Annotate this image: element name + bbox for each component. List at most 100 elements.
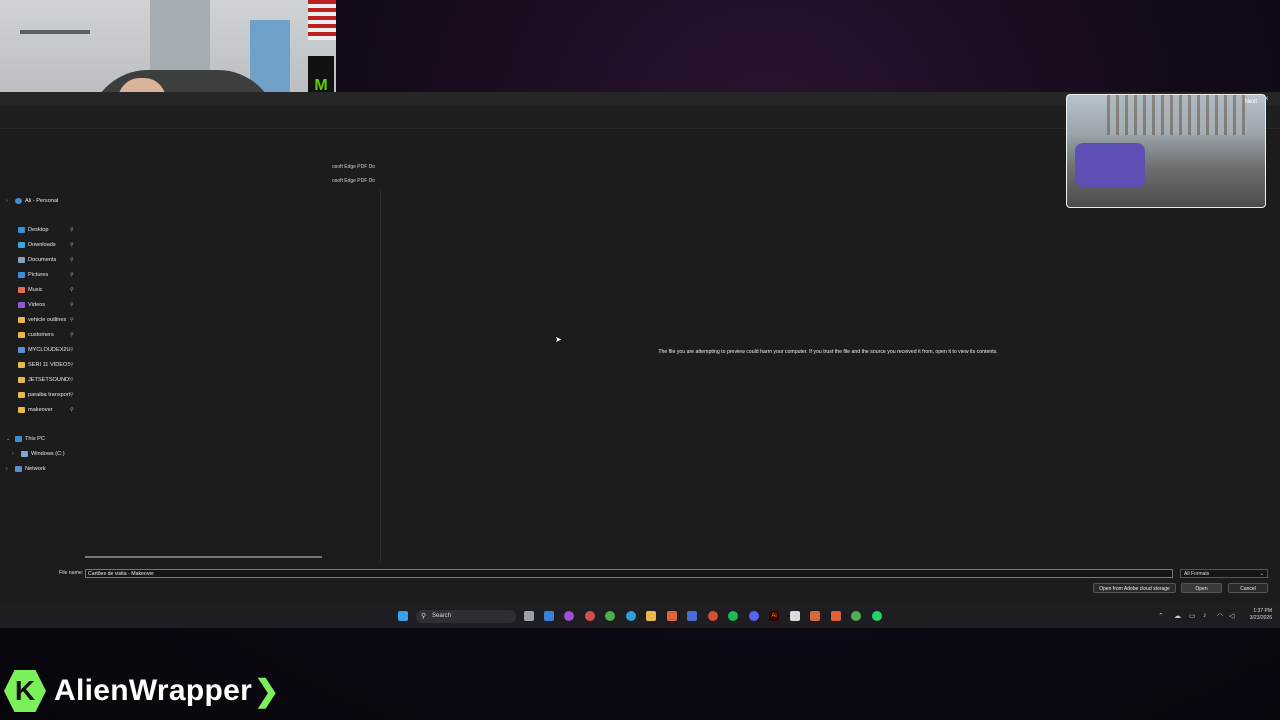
quick-access-item[interactable]: Music ⚲ [18, 283, 74, 297]
chevron-right-icon[interactable]: › [12, 451, 18, 457]
quick-access-item[interactable]: paraiba transport ⚲ [18, 388, 74, 402]
quick-access-label: Pictures [28, 272, 49, 278]
quick-access-item[interactable]: customers ⚲ [18, 328, 74, 342]
file-type-select[interactable]: All Formats ⌄ [1180, 569, 1268, 578]
app-icon[interactable] [585, 611, 595, 621]
pin-icon[interactable]: ⚲ [70, 392, 74, 398]
purple-truck [1075, 143, 1145, 187]
folder-icon [18, 362, 25, 368]
download-icon [18, 242, 25, 248]
pictures-icon [18, 272, 25, 278]
pin-icon[interactable]: ⚲ [70, 407, 74, 413]
microphone-icon[interactable]: ♪ [1203, 612, 1207, 619]
cancel-button[interactable]: Cancel [1228, 583, 1268, 593]
pin-icon[interactable]: ⚲ [70, 227, 74, 233]
pin-icon[interactable]: ⚲ [70, 302, 74, 308]
folder-icon [18, 317, 25, 323]
app-icon[interactable] [708, 611, 718, 621]
task-view-icon[interactable] [524, 611, 534, 621]
pin-icon[interactable]: ⚲ [70, 257, 74, 263]
chrome-icon[interactable] [605, 611, 615, 621]
pin-icon[interactable]: ⚲ [70, 242, 74, 248]
open-button[interactable]: Open [1181, 583, 1222, 593]
mail-icon[interactable] [544, 611, 554, 621]
quick-access-item[interactable]: makeover ⚲ [18, 403, 74, 417]
wifi-icon[interactable]: ◠ [1217, 612, 1223, 620]
nav-account[interactable]: › Ali - Personal [6, 194, 58, 208]
pip-label: Next [1244, 99, 1257, 105]
quick-access-item[interactable]: Desktop ⚲ [18, 223, 74, 237]
open-cloud-button[interactable]: Open from Adobe cloud storage [1093, 583, 1176, 593]
discord-icon[interactable] [749, 611, 759, 621]
quick-access-label: Downloads [28, 242, 56, 248]
video-icon [18, 302, 25, 308]
folder-icon [18, 332, 25, 338]
pin-icon[interactable]: ⚲ [70, 362, 74, 368]
pin-icon[interactable]: ⚲ [70, 347, 74, 353]
flag-icon [308, 0, 336, 40]
cloud-icon[interactable]: ☁ [1174, 612, 1181, 620]
app-icon[interactable] [831, 611, 841, 621]
windows-start-icon[interactable] [398, 611, 408, 621]
chevron-right-icon[interactable]: › [6, 466, 12, 472]
computer-icon [15, 436, 22, 442]
pin-icon[interactable]: ⚲ [70, 272, 74, 278]
file-item[interactable]: osoft Edge PDF Do [332, 174, 378, 186]
quick-access-item[interactable]: MYCLOUDEX2ULT⚲ [18, 343, 74, 357]
brave-icon[interactable] [667, 611, 677, 621]
whatsapp-icon[interactable] [872, 611, 882, 621]
preview-warning-text: The file you are attempting to preview c… [658, 349, 998, 355]
chevron-down-icon: ⌄ [1259, 571, 1264, 577]
quick-access-item[interactable]: JETSETSOUNDS ⚲ [18, 373, 74, 387]
quick-access-label: Music [28, 287, 43, 293]
nav-network[interactable]: › Network [6, 462, 46, 476]
chrome-icon[interactable] [851, 611, 861, 621]
search-icon: ⚲ [421, 613, 427, 620]
quick-access-label: Desktop [28, 227, 49, 233]
pin-icon[interactable]: ⚲ [70, 317, 74, 323]
nav-this-pc[interactable]: ⌄ This PC [6, 432, 45, 446]
desktop-icon [18, 227, 25, 233]
folder-icon [18, 407, 25, 413]
quick-access-item[interactable]: Pictures ⚲ [18, 268, 74, 282]
pin-icon[interactable]: ⚲ [70, 377, 74, 383]
brand-logo: K [4, 670, 46, 712]
chevron-right-icon[interactable]: › [6, 198, 12, 204]
app-icon[interactable] [790, 611, 800, 621]
quick-access-item[interactable]: Downloads ⚲ [18, 238, 74, 252]
network-icon [15, 466, 22, 472]
pip-video[interactable]: Next [1066, 94, 1266, 208]
quick-access-label: Documents [28, 257, 57, 263]
music-icon [18, 287, 25, 293]
pin-icon[interactable]: ⚲ [70, 287, 74, 293]
illustrator-icon[interactable]: Ai [769, 611, 779, 621]
quick-access-item[interactable]: Documents ⚲ [18, 253, 74, 267]
taskbar-clock[interactable]: 1:37 PM 3/23/2026 [1242, 608, 1272, 622]
quick-access-label: paraiba transport [28, 392, 70, 398]
file-name-label: File name: [59, 570, 84, 576]
quick-access-label: makeover [28, 407, 53, 413]
chevron-down-icon[interactable]: ⌄ [6, 436, 12, 442]
nav-windows-c[interactable]: › Windows (C:) [12, 447, 65, 461]
app-icon[interactable] [564, 611, 574, 621]
spotify-icon[interactable] [728, 611, 738, 621]
display-icon[interactable]: ▭ [1189, 612, 1196, 620]
volume-icon[interactable]: ◁ [1229, 612, 1234, 620]
horizontal-scrollbar[interactable] [85, 556, 322, 558]
file-item[interactable]: osoft Edge PDF Do [332, 160, 378, 174]
brand-overlay: K AlienWrapper ❯ [0, 668, 279, 714]
chevron-up-icon[interactable]: ⌃ [1158, 612, 1164, 620]
taskbar-search[interactable]: ⚲ Search [416, 610, 516, 623]
file-name-input[interactable]: Cartões de visita - Makeover [85, 569, 1173, 578]
app-icon[interactable] [687, 611, 697, 621]
app-icon[interactable] [810, 611, 820, 621]
quick-access-item[interactable]: SERI 11 VIDEOS ⚲ [18, 358, 74, 372]
pin-icon[interactable]: ⚲ [70, 332, 74, 338]
quick-access-item[interactable]: Videos ⚲ [18, 298, 74, 312]
folder-icon [18, 377, 25, 383]
trees [1107, 95, 1247, 135]
folder-icon[interactable] [646, 611, 656, 621]
edge-icon[interactable] [626, 611, 636, 621]
close-icon[interactable]: × [1264, 94, 1269, 103]
quick-access-item[interactable]: vehicle outlines ⚲ [18, 313, 74, 327]
